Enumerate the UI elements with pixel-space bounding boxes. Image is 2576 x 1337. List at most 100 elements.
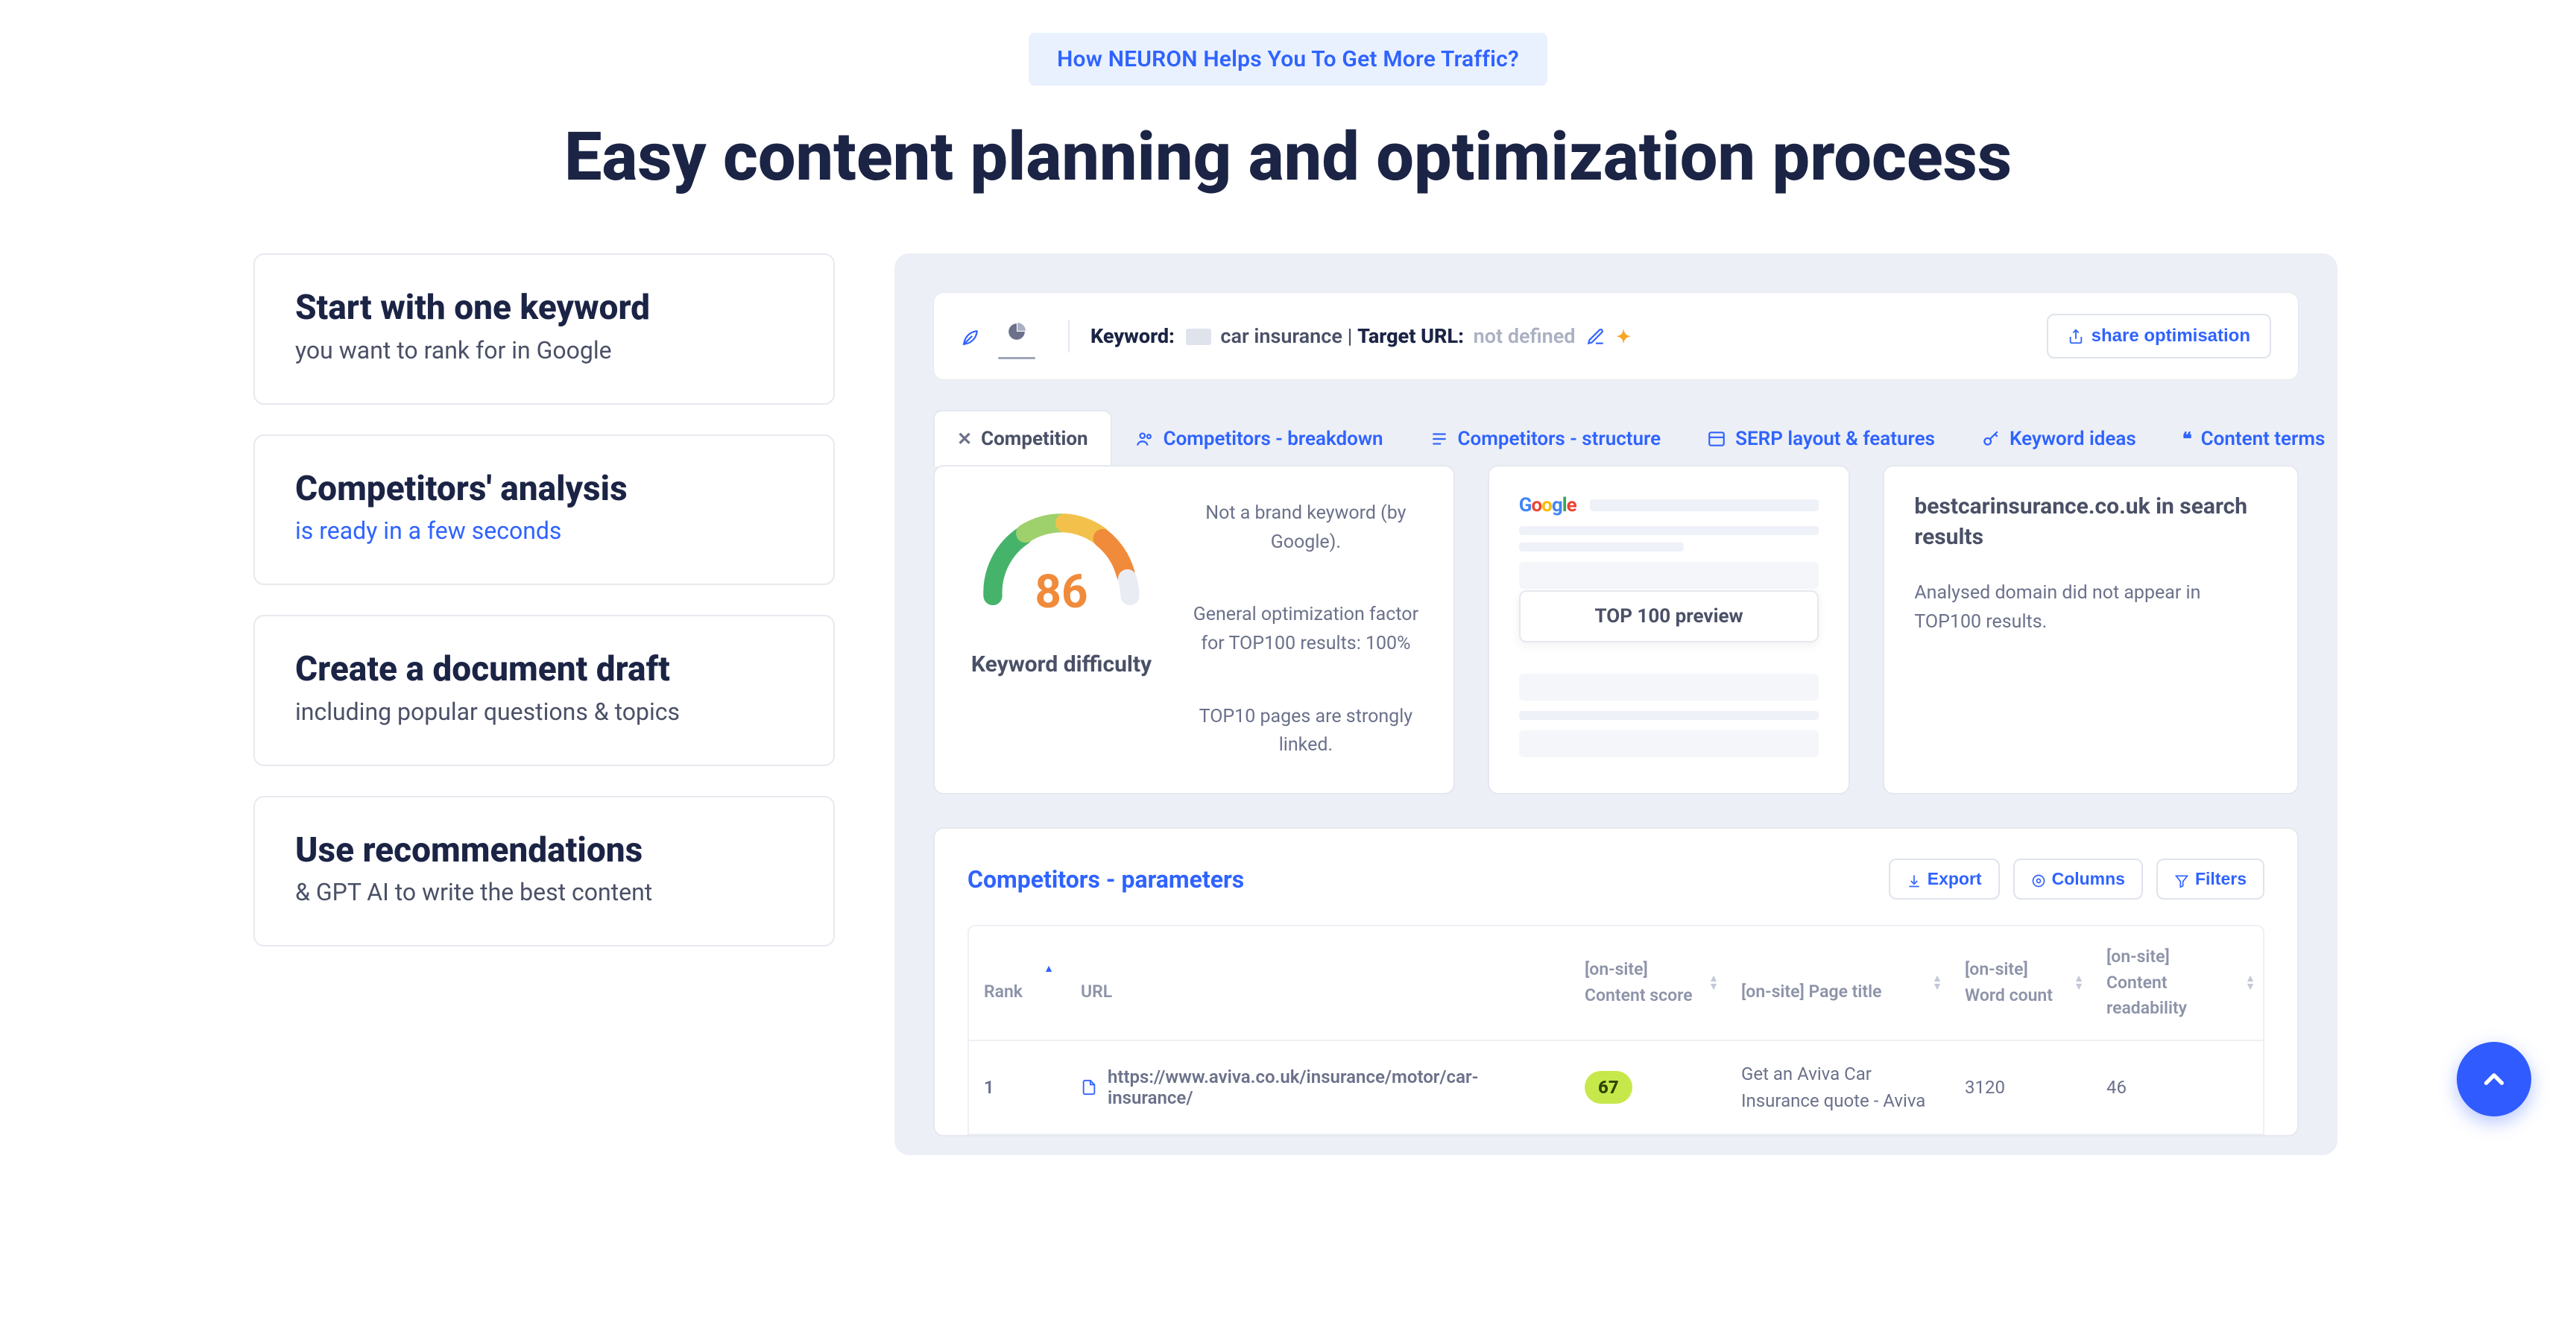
step-title: Create a document draft [295,651,793,689]
step-title: Competitors' analysis [295,470,793,508]
download-icon [1907,869,1922,889]
domain-result-card: bestcarinsurance.co.uk in search results… [1883,465,2299,794]
competitors-table-card: Competitors - parameters Export Columns [933,827,2299,1137]
cell-rank: 1 [969,1058,1066,1117]
step-sub: & GPT AI to write the best content [295,878,793,906]
sparkle-icon[interactable]: ✦ [1616,326,1631,347]
gauge-line-1: Not a brand keyword (by Google). [1188,499,1424,557]
edit-icon[interactable] [1586,326,1610,347]
columns-button[interactable]: Columns [2013,859,2143,900]
tab-content-terms[interactable]: ❝ Content terms [2159,410,2337,467]
step-card-4[interactable]: Use recommendations & GPT AI to write th… [253,796,835,947]
filters-label: Filters [2195,869,2247,889]
tab-keyword-ideas[interactable]: Keyword ideas [1958,410,2159,467]
gauge-text: Not a brand keyword (by Google). General… [1188,492,1424,768]
top-100-preview-button[interactable]: TOP 100 preview [1519,590,1819,642]
columns-icon [2031,869,2046,889]
tab-competition[interactable]: ✕ Competition [933,410,1112,467]
th-rank[interactable]: ▲ Rank [969,944,1066,1023]
step-card-1[interactable]: Start with one keyword you want to rank … [253,253,835,405]
divider [1068,320,1070,353]
step-card-3[interactable]: Create a document draft including popula… [253,615,835,766]
th-readability[interactable]: [on-site] Content readability ▲▼ [2092,926,2263,1040]
cell-word-count: 3120 [1950,1058,2092,1117]
cell-url-text: https://www.aviva.co.uk/insurance/motor/… [1108,1066,1555,1108]
step-sub: including popular questions & topics [295,698,793,726]
th-content-score[interactable]: [on-site] Content score ▲▼ [1570,939,1726,1026]
tab-label: Competitors - structure [1458,428,1661,450]
th-url[interactable]: URL [1066,944,1570,1023]
crossed-swords-icon: ✕ [957,429,972,449]
domain-text: Analysed domain did not appear in TOP100… [1914,579,2267,637]
google-logo: Google [1519,494,1576,516]
app-preview-panel: Keyword: car insurance | Target URL: not… [894,253,2337,1155]
gauge: 86 Keyword difficulty [965,492,1158,768]
sort-icon: ▲▼ [2074,975,2084,991]
tab-structure[interactable]: Competitors - structure [1407,410,1685,467]
tab-label: SERP layout & features [1735,428,1935,450]
cell-page-title: Get an Aviva Car Insurance quote - Aviva [1726,1041,1950,1134]
target-url-value: not defined [1474,324,1576,348]
sort-icon: ▲▼ [1708,975,1719,991]
tab-serp[interactable]: SERP layout & features [1684,410,1958,467]
step-title: Start with one keyword [295,289,793,327]
info-row: 86 Keyword difficulty Not a brand keywor… [933,465,2299,794]
share-icon [2068,326,2084,347]
tab-label: Content terms [2201,428,2326,450]
table-title: Competitors - parameters [967,865,1244,894]
layout-icon [1707,429,1726,449]
gauge-label: Keyword difficulty [971,651,1152,679]
gauge-value: 86 [1035,565,1087,619]
tab-label: Competitors - breakdown [1164,428,1383,450]
step-sub: you want to rank for in Google [295,336,793,364]
chevron-up-icon [2478,1063,2510,1095]
cell-readability: 46 [2092,1058,2263,1117]
table-buttons: Export Columns Filters [1889,859,2264,900]
scroll-to-top-button[interactable] [2457,1042,2531,1116]
list-icon [1430,429,1449,449]
tabs-row: ✕ Competition Competitors - breakdown Co… [933,410,2299,467]
filters-button[interactable]: Filters [2156,859,2264,900]
keyword-difficulty-card: 86 Keyword difficulty Not a brand keywor… [933,465,1455,794]
competitors-table: ▲ Rank URL [on-site] Content score ▲▼ [967,925,2264,1135]
app-header: Keyword: car insurance | Target URL: not… [933,292,2299,380]
feather-icon[interactable] [961,323,980,350]
table-header-row: ▲ Rank URL [on-site] Content score ▲▼ [969,926,2263,1040]
step-card-2[interactable]: Competitors' analysis is ready in a few … [253,434,835,586]
keyword-label: Keyword: [1090,324,1175,348]
page-title: Easy content planning and optimization p… [468,120,2108,194]
tab-breakdown[interactable]: Competitors - breakdown [1112,410,1407,467]
serp-preview-card: Google TOP 100 preview [1488,465,1851,794]
share-button[interactable]: share optimisation [2047,314,2271,358]
export-button[interactable]: Export [1889,859,2000,900]
table-row[interactable]: 1 https://www.aviva.co.uk/insurance/moto… [969,1040,2263,1134]
keyword-value: car insurance [1220,324,1342,348]
promo-pill: How NEURON Helps You To Get More Traffic… [1029,33,1547,86]
key-icon [1981,429,2001,449]
export-label: Export [1928,869,1982,889]
domain-title: bestcarinsurance.co.uk in search results [1914,492,2267,552]
step-sub: is ready in a few seconds [295,516,793,545]
gauge-line-3: TOP10 pages are strongly linked. [1188,703,1424,761]
gauge-line-2: General optimization factor for TOP100 r… [1188,601,1424,659]
share-label: share optimisation [2092,326,2250,347]
th-word-count[interactable]: [on-site] Word count ▲▼ [1950,939,2092,1026]
quote-icon: ❝ [2182,429,2192,449]
tab-label: Keyword ideas [2010,428,2136,450]
target-url-label: Target URL: [1357,324,1464,348]
score-badge: 67 [1585,1071,1632,1104]
header-keyword: Keyword: car insurance | Target URL: not… [1090,324,1631,348]
sort-asc-icon: ▲ [1044,961,1054,977]
step-title: Use recommendations [295,832,793,870]
filter-icon [2174,869,2189,889]
cell-score: 67 [1570,1052,1726,1123]
columns-label: Columns [2052,869,2125,889]
flag-icon [1186,329,1211,345]
cell-url: https://www.aviva.co.uk/insurance/motor/… [1066,1047,1570,1128]
th-page-title[interactable]: [on-site] Page title ▲▼ [1726,944,1950,1023]
steps-column: Start with one keyword you want to rank … [253,253,835,946]
pie-chart-icon[interactable] [1007,318,1026,355]
header-tabs [961,318,1047,355]
people-icon [1135,429,1155,449]
document-icon [1081,1078,1097,1096]
